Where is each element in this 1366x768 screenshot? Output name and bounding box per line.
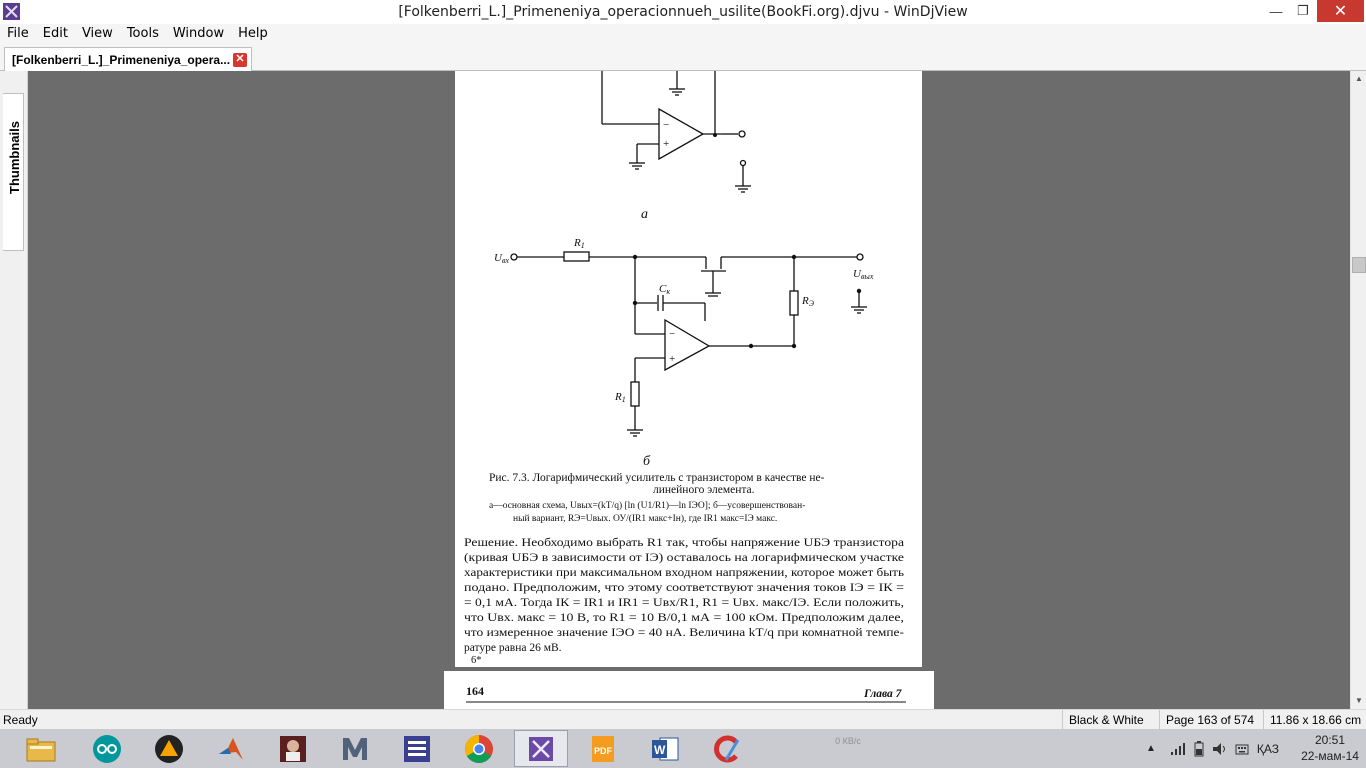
svg-text:+: + (663, 138, 669, 150)
figure-caption-title: Рис. 7.3. Логарифмический усилитель с тр… (489, 472, 825, 484)
svg-text:W: W (654, 743, 666, 757)
figure-caption-line-2: ный вариант, RЭ=Uвых. ОУ/(IR1 макс+Iн), … (513, 513, 777, 524)
volume-icon[interactable] (1212, 742, 1228, 756)
next-page-number: 164 (466, 684, 484, 698)
pdf-editor-icon[interactable]: PDF (576, 730, 630, 767)
document-tab-label: [Folkenberri_L.]_Primeneniya_opera... (12, 53, 231, 67)
thumbnails-label: Thumbnails (7, 121, 22, 194)
svg-text:−: − (669, 328, 675, 340)
status-bar: Ready Black & White Page 163 of 574 11.8… (0, 709, 1366, 730)
body-line-3: характеристики при максимальном входном … (464, 567, 904, 579)
minimize-button[interactable]: — (1263, 0, 1289, 22)
document-tab[interactable]: [Folkenberri_L.]_Primeneniya_opera... ✕ (4, 47, 252, 72)
body-line-7: что измеренное значение IЭО = 40 нА. Вел… (464, 627, 904, 639)
scroll-up-icon[interactable]: ▲ (1351, 71, 1366, 87)
sidebar: Thumbnails (0, 71, 28, 709)
page-content: − + а − + Uвх Uвых R1 Cк RЭ R1 б Рис. 7.… (464, 71, 904, 666)
language-indicator[interactable]: ҚАЗ (1257, 742, 1279, 756)
aimp-icon[interactable] (142, 730, 196, 767)
chrome-icon[interactable] (452, 730, 506, 767)
thumbnails-tab[interactable]: Thumbnails (3, 93, 24, 251)
svg-text:RЭ: RЭ (801, 295, 815, 308)
svg-text:R1: R1 (614, 391, 626, 404)
title-bar: [Folkenberri_L.]_Primeneniya_operacionnu… (0, 0, 1366, 24)
circuit-diagram-b (510, 251, 867, 437)
menu-bar: File Edit View Tools Window Help (0, 24, 1366, 44)
label-uvyx-sub: вых (861, 272, 874, 281)
battery-icon[interactable] (1193, 740, 1205, 757)
game-fifa-icon[interactable] (266, 730, 320, 767)
clock[interactable]: 20:51 22-мам-14 (1294, 732, 1366, 764)
label-r1-sub: 1 (581, 241, 585, 250)
windjview-taskbar-icon[interactable] (514, 730, 568, 767)
scroll-thumb[interactable] (1352, 257, 1366, 273)
body-line-4: подано. Предположим, что этому соответст… (464, 582, 904, 594)
diagram-a-label: а (641, 207, 648, 222)
arduino-icon[interactable] (80, 730, 134, 767)
menu-view[interactable]: View (75, 24, 120, 44)
svg-text:Uвх: Uвх (494, 252, 509, 265)
svg-text:R1: R1 (573, 237, 585, 250)
matlab-icon[interactable] (204, 730, 258, 767)
word-icon[interactable]: W (638, 730, 692, 767)
ccleaner-icon[interactable] (700, 730, 754, 767)
file-explorer-icon[interactable] (14, 730, 68, 767)
next-page-content: 164 Глава 7 (466, 684, 906, 703)
menu-file[interactable]: File (0, 24, 36, 44)
vertical-scrollbar[interactable]: ▲ ▼ (1350, 71, 1366, 709)
status-page-number: Page 163 of 574 (1159, 710, 1254, 730)
circuit-diagram-a (601, 71, 751, 193)
svg-text:+: + (669, 353, 675, 365)
body-line-2: (кривая UБЭ в зависимости от IЭ) оставал… (464, 552, 904, 564)
svg-text:Cк: Cк (659, 283, 670, 296)
status-ready: Ready (3, 713, 38, 727)
tray-expand-icon[interactable]: ▲ (1146, 743, 1156, 754)
svg-text:−: − (663, 119, 669, 131)
label-uvx-sub: вх (502, 256, 509, 265)
status-display-mode: Black & White (1062, 710, 1144, 730)
menu-tools[interactable]: Tools (120, 24, 166, 44)
figure-caption-line-1: а—основная схема, Uвых=(kT/q) [ln (U1/R1… (489, 500, 805, 511)
label-ck-sub: к (666, 287, 670, 296)
diagram-b-label: б (643, 454, 651, 469)
maximize-button[interactable]: ❐ (1290, 0, 1316, 22)
clock-time: 20:51 (1314, 733, 1346, 747)
system-tray: ▲ ҚАЗ (1146, 729, 1279, 768)
eq-app-icon[interactable] (390, 730, 444, 767)
close-button[interactable]: ✕ (1317, 0, 1364, 22)
mathcad-icon[interactable] (328, 730, 382, 767)
network-speed-widget: 0 КВ/с (835, 736, 861, 746)
taskbar: PDF W 0 КВ/с ▲ ҚАЗ 20:51 22-мам-14 (0, 729, 1366, 768)
body-line-6: что Uвх. макс = 10 В, то R1 = 10 В/0,1 м… (464, 612, 904, 624)
scroll-down-icon[interactable]: ▼ (1351, 693, 1366, 709)
svg-text:PDF: PDF (594, 746, 613, 756)
svg-text:Uвых: Uвых (853, 268, 874, 281)
tab-close-icon[interactable]: ✕ (233, 53, 247, 67)
menu-window[interactable]: Window (166, 24, 231, 44)
menu-edit[interactable]: Edit (36, 24, 75, 44)
label-r1b-sub: 1 (622, 395, 626, 404)
signal-icon[interactable] (1170, 742, 1186, 756)
clock-date: 22-мам-14 (1301, 749, 1359, 763)
body-line-8: ратуре равна 26 мВ. (464, 642, 562, 654)
menu-help[interactable]: Help (231, 24, 275, 44)
document-viewer[interactable]: − + а − + Uвх Uвых R1 Cк RЭ R1 б Рис. 7.… (28, 71, 1350, 709)
document-tab-strip: [Folkenberri_L.]_Primeneniya_opera... ✕ (0, 44, 1366, 72)
next-document-page: 164 Глава 7 (444, 671, 934, 709)
figure-caption-title-2: линейного элемента. (653, 484, 755, 496)
document-page: − + а − + Uвх Uвых R1 Cк RЭ R1 б Рис. 7.… (455, 71, 922, 667)
keyboard-icon[interactable] (1235, 742, 1249, 756)
window-title: [Folkenberri_L.]_Primeneniya_operacionnu… (398, 4, 968, 20)
label-re-sub: Э (809, 299, 815, 308)
status-page-size: 11.86 x 18.66 cm (1263, 710, 1361, 730)
next-page-header: Глава 7 (863, 688, 903, 700)
body-line-5: = 0,1 мА. Тогда IК = IR1 и IR1 = Uвх/R1,… (464, 597, 904, 609)
footnote-mark: 6* (471, 655, 482, 666)
body-line-1: Решение. Необходимо выбрать R1 так, чтоб… (464, 537, 904, 549)
